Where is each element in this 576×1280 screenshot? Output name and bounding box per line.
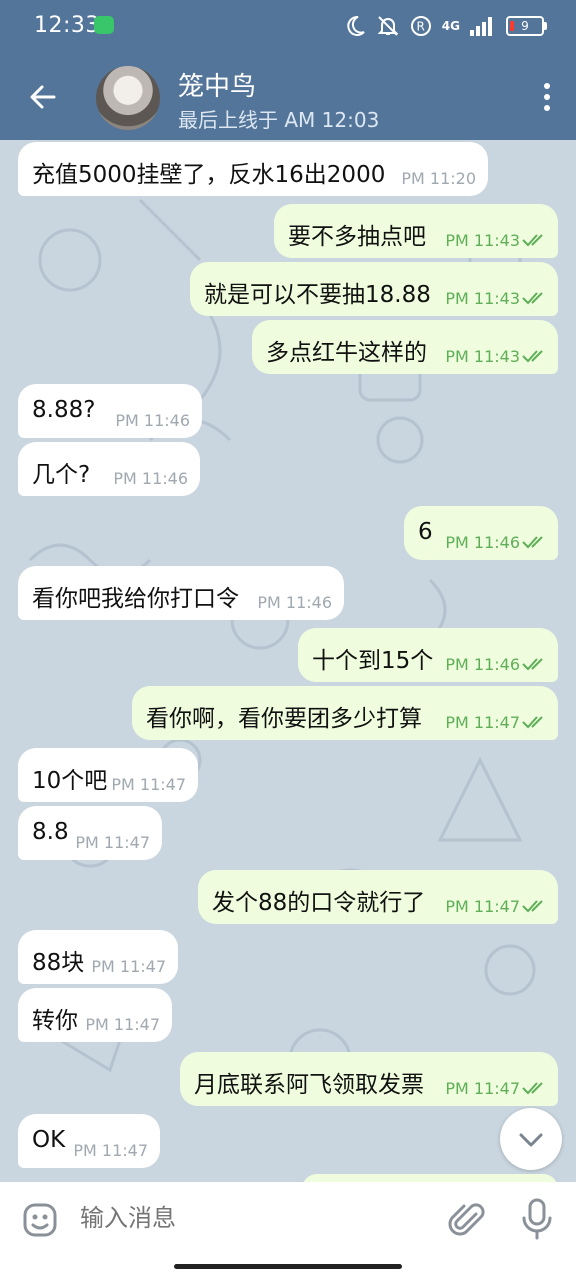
- message-bubble-incoming[interactable]: 转你 PM 11:47: [18, 988, 172, 1042]
- notification-app-icon: [94, 16, 114, 34]
- message-bubble-outgoing[interactable]: 要不多抽点吧 PM 11:43: [274, 204, 558, 258]
- chevron-down-icon: [519, 1133, 543, 1147]
- message-bubble-outgoing[interactable]: 6 PM 11:46: [404, 506, 558, 560]
- double-check-icon: [522, 658, 543, 671]
- scroll-to-bottom-button[interactable]: [500, 1108, 562, 1170]
- svg-text:R: R: [416, 20, 424, 34]
- chat-header: 笼中鸟 最后上线于 AM 12:03: [0, 54, 576, 140]
- message-bubble-outgoing[interactable]: 就是可以不要抽18.88 PM 11:43: [190, 262, 558, 316]
- home-indicator[interactable]: [174, 1264, 402, 1269]
- moon-icon: [347, 15, 365, 36]
- message-time: PM 11:47: [85, 1015, 160, 1034]
- message-input[interactable]: [78, 1204, 392, 1234]
- message-time: PM 11:47: [445, 713, 520, 732]
- message-bubble-incoming[interactable]: 88块 PM 11:47: [18, 930, 178, 984]
- message-bubble-partial[interactable]: [302, 1174, 558, 1182]
- emoji-icon[interactable]: [22, 1202, 58, 1238]
- message-time: PM 11:47: [111, 775, 186, 794]
- message-text: 几个?: [32, 462, 91, 488]
- mute-icon: [377, 16, 399, 36]
- message-text: 6: [418, 519, 433, 545]
- status-icons: R 4G 9: [344, 12, 547, 40]
- message-bubble-incoming[interactable]: 几个? PM 11:46: [18, 442, 200, 496]
- message-time: PM 11:43: [445, 231, 520, 250]
- message-text: 看你吧我给你打口令: [32, 586, 239, 612]
- double-check-icon: [522, 900, 543, 913]
- message-bubble-incoming[interactable]: 充值5000挂壁了，反水16出2000 PM 11:20: [18, 142, 488, 196]
- double-check-icon: [522, 1082, 543, 1095]
- message-input-bar: [0, 1182, 576, 1258]
- message-time: PM 11:46: [257, 593, 332, 612]
- message-text: 充值5000挂壁了，反水16出2000: [32, 162, 386, 188]
- message-bubble-incoming[interactable]: OK PM 11:47: [18, 1114, 160, 1168]
- more-vert-icon[interactable]: [542, 82, 552, 112]
- mic-icon[interactable]: [520, 1198, 554, 1240]
- message-bubble-incoming[interactable]: 8.88? PM 11:46: [18, 384, 202, 438]
- message-text: 十个到15个: [312, 648, 434, 674]
- message-text: 要不多抽点吧: [288, 224, 426, 250]
- system-nav-bar: [0, 1258, 576, 1280]
- message-bubble-outgoing[interactable]: 十个到15个 PM 11:46: [298, 628, 558, 682]
- message-time: PM 11:47: [91, 957, 166, 976]
- message-time: PM 11:47: [445, 1079, 520, 1098]
- message-bubble-incoming[interactable]: 10个吧 PM 11:47: [18, 748, 198, 802]
- message-text: 多点红牛这样的: [266, 340, 427, 366]
- message-text: 就是可以不要抽18.88: [204, 282, 431, 308]
- message-text: 8.8: [32, 819, 69, 845]
- message-bubble-incoming[interactable]: 看你吧我给你打口令 PM 11:46: [18, 566, 344, 620]
- message-bubble-outgoing[interactable]: 月底联系阿飞领取发票 PM 11:47: [180, 1052, 558, 1106]
- message-bubble-outgoing[interactable]: 发个88的口令就行了 PM 11:47: [198, 870, 558, 924]
- message-text: 10个吧: [32, 768, 108, 794]
- message-text: OK: [32, 1127, 66, 1153]
- network-type: 4G: [441, 19, 460, 33]
- message-time: PM 11:47: [445, 897, 520, 916]
- message-text: 88块: [32, 950, 85, 976]
- message-text: 发个88的口令就行了: [212, 890, 426, 916]
- message-bubble-outgoing[interactable]: 多点红牛这样的 PM 11:43: [252, 320, 558, 374]
- back-arrow-icon[interactable]: [26, 80, 60, 114]
- message-list[interactable]: 充值5000挂壁了，反水16出2000 PM 11:20 要不多抽点吧 PM 1…: [0, 140, 576, 1182]
- message-bubble-outgoing[interactable]: 看你啊，看你要团多少打算 PM 11:47: [132, 686, 558, 740]
- double-check-icon: [522, 292, 543, 305]
- battery-indicator: 9: [506, 16, 547, 36]
- status-time: 12:33: [34, 13, 100, 38]
- attach-icon[interactable]: [448, 1200, 488, 1240]
- message-time: PM 11:43: [445, 289, 520, 308]
- message-time: PM 11:20: [401, 169, 476, 188]
- last-seen-status: 最后上线于 AM 12:03: [178, 108, 380, 132]
- message-time: PM 11:46: [115, 411, 190, 430]
- message-text: 看你啊，看你要团多少打算: [146, 706, 422, 732]
- message-time: PM 11:47: [73, 1141, 148, 1160]
- message-time: PM 11:46: [113, 469, 188, 488]
- message-bubble-incoming[interactable]: 8.8 PM 11:47: [18, 806, 162, 860]
- double-check-icon: [522, 234, 543, 247]
- double-check-icon: [522, 350, 543, 363]
- avatar[interactable]: [96, 66, 160, 130]
- message-text: 转你: [32, 1008, 78, 1034]
- signal-icon: [470, 17, 492, 36]
- message-time: PM 11:47: [75, 833, 150, 852]
- message-time: PM 11:46: [445, 655, 520, 674]
- message-text: 8.88?: [32, 397, 96, 423]
- message-text: 月底联系阿飞领取发票: [194, 1072, 424, 1098]
- double-check-icon: [522, 716, 543, 729]
- status-bar: 12:33 R 4G 9: [0, 0, 576, 54]
- chat-title[interactable]: 笼中鸟: [178, 66, 256, 103]
- message-time: PM 11:43: [445, 347, 520, 366]
- message-time: PM 11:46: [445, 533, 520, 552]
- registered-icon: R: [410, 16, 431, 36]
- double-check-icon: [522, 536, 543, 549]
